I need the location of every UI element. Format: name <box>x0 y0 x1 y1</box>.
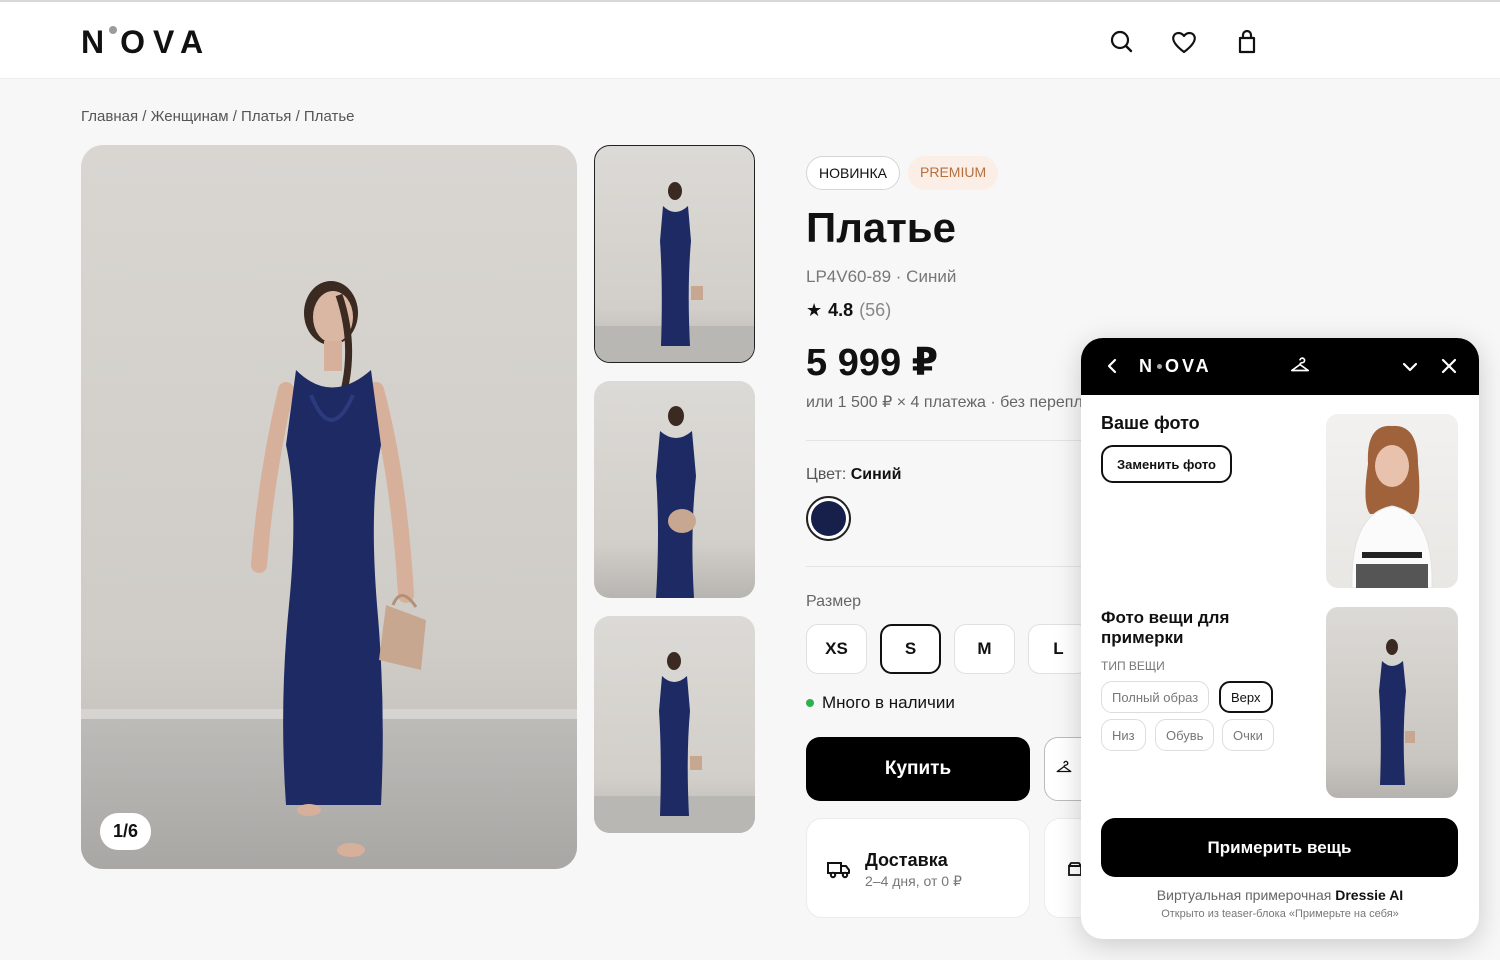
heart-icon[interactable] <box>1170 28 1198 56</box>
delivery-card[interactable]: Доставка 2–4 дня, от 0 ₽ <box>806 818 1030 918</box>
shopping-bag-icon[interactable] <box>1233 28 1261 56</box>
breadcrumb[interactable]: Главная / Женщинам / Платья / Платье <box>81 108 354 125</box>
thumbnail-1[interactable] <box>594 145 755 363</box>
main-product-photo[interactable]: 1/6 <box>81 145 577 869</box>
installments-text: или 1 500 ₽ × 4 платежа · без переплат <box>806 394 1081 411</box>
delivery-title: Доставка <box>865 850 948 870</box>
divider <box>806 566 1081 567</box>
size-option-m[interactable]: M <box>954 624 1015 674</box>
buy-button[interactable]: Купить <box>806 737 1030 801</box>
replace-photo-button[interactable]: Заменить фото <box>1101 445 1232 483</box>
delivery-subtitle: 2–4 дня, от 0 ₽ <box>865 873 962 889</box>
model-figure-illustration <box>251 281 426 857</box>
size-option-l[interactable]: L <box>1028 624 1081 674</box>
stock-text: Много в наличии <box>822 693 955 712</box>
item-photo-title: Фото вещи для примерки <box>1101 608 1230 647</box>
size-option-xs[interactable]: XS <box>806 624 867 674</box>
thumbnail-figure <box>656 406 696 598</box>
chip-shoes[interactable]: Обувь <box>1155 719 1215 751</box>
product-sku: LP4V60-89 · Синий <box>806 267 957 286</box>
item-photo[interactable] <box>1326 607 1458 798</box>
thumbnail-figure <box>594 652 755 833</box>
chip-glasses[interactable]: Очки <box>1222 719 1274 751</box>
item-type-label: ТИП ВЕЩИ <box>1101 659 1165 673</box>
product-title: Платье <box>806 204 956 251</box>
chip-full-look[interactable]: Полный образ <box>1101 681 1210 713</box>
chip-bottom[interactable]: Низ <box>1101 719 1146 751</box>
product-rating[interactable]: ★ 4.8 (56) <box>806 300 891 321</box>
logo-letters-ova: OVA <box>120 24 212 60</box>
photo-counter: 1/6 <box>100 813 152 850</box>
star-icon: ★ <box>806 300 823 320</box>
divider <box>806 440 1081 441</box>
size-option-s[interactable]: S <box>880 624 941 674</box>
thumbnail-figure <box>595 182 754 362</box>
user-photo-illustration <box>1351 425 1433 588</box>
virtual-try-on-panel: N OVA Ваше фото Заменить фото Фото вещи … <box>1081 338 1479 939</box>
try-on-item-button[interactable]: Примерить вещь <box>1101 818 1458 877</box>
size-label: Размер <box>806 593 861 610</box>
footer-brand: Dressie AI <box>1335 887 1404 903</box>
logo-letter-n: N <box>81 24 113 60</box>
size-selector: XS S M L <box>806 624 1081 676</box>
site-header: N OVA <box>0 4 1500 79</box>
product-badges: НОВИНКА PREMIUM <box>806 156 999 190</box>
new-badge: НОВИНКА <box>806 156 901 190</box>
swatch-fill <box>811 501 846 536</box>
panel-header: N OVA <box>1081 338 1479 395</box>
close-icon[interactable] <box>1440 357 1458 380</box>
color-label-text: Цвет: <box>806 466 847 483</box>
panel-footer: Виртуальная примерочная Dressie AI <box>1081 887 1479 903</box>
color-swatch-blue[interactable] <box>806 496 851 541</box>
product-price: 5 999 ₽ <box>806 342 939 384</box>
hanger-icon[interactable] <box>1289 354 1311 381</box>
item-photo-illustration <box>1379 639 1415 785</box>
panel-footer-note: Открыто из teaser-блока «Примерьте на се… <box>1161 908 1399 920</box>
color-value: Синий <box>850 466 902 483</box>
chip-top[interactable]: Верх <box>1219 681 1273 713</box>
color-label: Цвет: Синий <box>806 466 901 484</box>
logo-dot <box>109 26 118 34</box>
thumbnail-2[interactable] <box>594 381 755 598</box>
footer-prefix: Виртуальная примерочная <box>1156 887 1332 903</box>
back-chevron-icon[interactable] <box>1103 357 1121 380</box>
rating-count: (56) <box>859 300 892 320</box>
search-icon[interactable] <box>1108 28 1136 56</box>
stock-dot <box>806 699 814 707</box>
site-logo[interactable]: N OVA <box>81 24 211 61</box>
truck-icon <box>827 859 851 884</box>
panel-logo: N OVA <box>1139 356 1212 377</box>
panel-logo-n: N <box>1139 356 1155 376</box>
thumbnail-3[interactable] <box>594 616 755 833</box>
stock-status: Много в наличии <box>806 693 955 713</box>
premium-badge: PREMIUM <box>908 156 999 190</box>
user-photo[interactable] <box>1326 414 1458 588</box>
your-photo-title: Ваше фото <box>1101 413 1200 433</box>
rating-value: 4.8 <box>828 300 854 320</box>
collapse-chevron-icon[interactable] <box>1401 358 1419 381</box>
hanger-icon <box>1055 758 1073 781</box>
panel-logo-ova: OVA <box>1165 356 1212 376</box>
panel-logo-dot <box>1157 364 1162 369</box>
